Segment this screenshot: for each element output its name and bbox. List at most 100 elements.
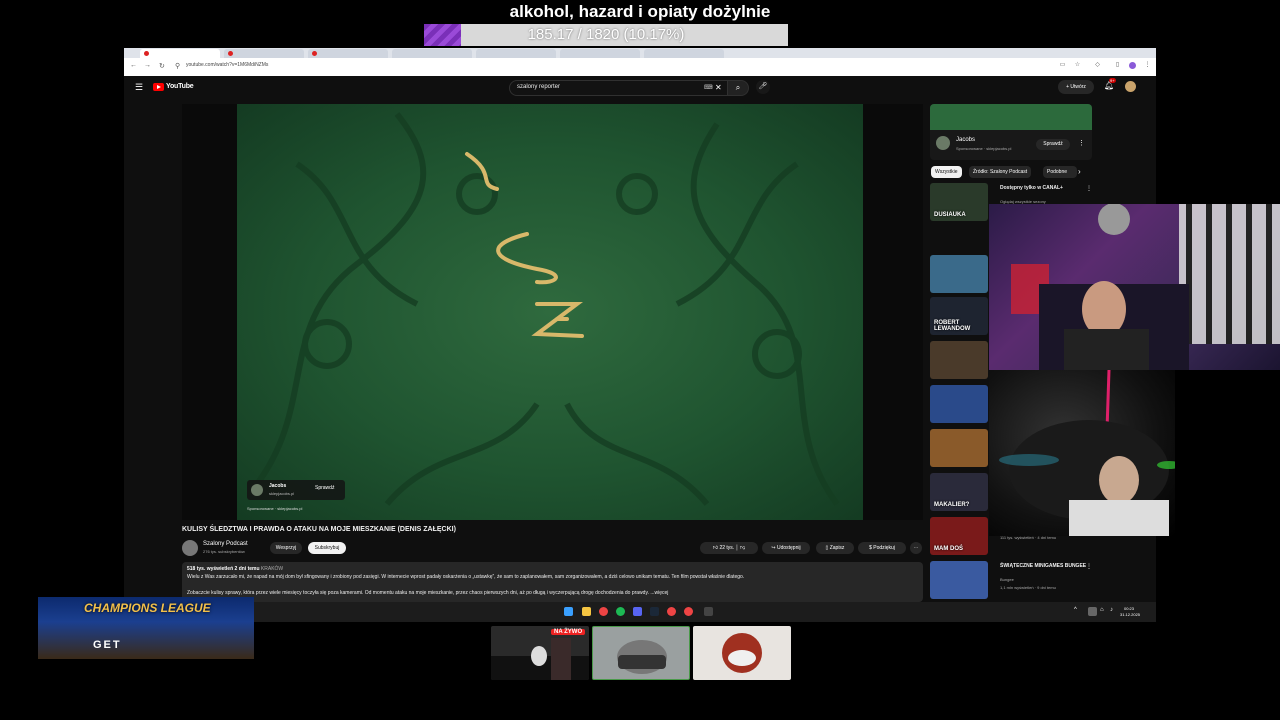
jacobs-logo-icon (465, 152, 584, 338)
sidebar-thumbnail[interactable] (930, 341, 988, 379)
car-thumbnail (617, 640, 667, 674)
clock-date[interactable]: 31.12.2025 (1120, 612, 1140, 617)
food-tile[interactable] (693, 626, 791, 680)
site-info-icon[interactable]: ⚲ (175, 62, 180, 70)
profile-icon[interactable] (1129, 62, 1136, 69)
chip-similar[interactable]: Podobne (1043, 166, 1077, 178)
sidebar-video-item[interactable]: ŚWIĄTECZNE MINIGAMES BUNGEE Bungee 1,1 mln… (930, 561, 1100, 603)
forward-icon[interactable]: → (144, 62, 151, 69)
back-icon[interactable]: ← (130, 62, 137, 69)
chrome-icon[interactable] (667, 607, 676, 616)
volume-icon[interactable]: ♪ (1110, 607, 1119, 616)
ad-sponsored-label: Sponsorowane · sklepjacobs.pl (247, 506, 303, 511)
browser-tab[interactable] (224, 49, 304, 58)
keyboard-icon[interactable]: ⌨ (704, 84, 713, 91)
sidebar-thumbnail[interactable]: MAM DOŚ (930, 517, 988, 555)
sidebar-ad-name: Jacobs (956, 137, 976, 143)
more-actions-button[interactable]: ⋯ (910, 542, 922, 554)
youtube-logo-text[interactable]: YouTube (166, 83, 194, 90)
chrome-icon[interactable] (599, 607, 608, 616)
channel-name[interactable]: Szalony Podcast (203, 541, 248, 547)
reload-icon[interactable]: ↻ (159, 62, 165, 70)
live-badge: NA ŻYWO (551, 629, 586, 635)
video-player[interactable]: Jacobs sklepjacobs.pl Sprawdź Sponsorowa… (182, 104, 923, 520)
description-line: Wielu z Was zarzucało mi, że napad na mó… (187, 574, 745, 580)
discord-icon[interactable] (633, 607, 642, 616)
tray-app-icon[interactable] (1088, 607, 1097, 616)
chevron-right-icon[interactable]: › (1078, 167, 1081, 176)
ad-check-button[interactable]: Sprawdź (315, 485, 334, 491)
location-tag[interactable]: KRAKÓW (261, 566, 283, 572)
sidebar-thumbnail[interactable]: MAKALIER? (930, 473, 988, 511)
description-line: Zobaczcie kulisy sprawy, która przez wie… (187, 590, 669, 596)
account-avatar[interactable] (1125, 81, 1136, 92)
sidebar-thumbnail[interactable]: DUSIAUKA (930, 183, 988, 221)
youtube-logo-icon[interactable] (153, 83, 164, 91)
more-vertical-icon[interactable]: ⋮ (1078, 139, 1085, 147)
share-button[interactable]: ↪ Udostępnij (762, 542, 810, 554)
sidebar-video-stats: 1,1 mln wyświetleń · 9 dni temu (1000, 585, 1056, 590)
spotify-icon[interactable] (616, 607, 625, 616)
clear-search-icon[interactable]: ✕ (715, 83, 722, 92)
bookmark-star-icon[interactable]: ☆ (1074, 62, 1081, 69)
hamburger-menu-icon[interactable]: ☰ (135, 82, 143, 93)
subscribe-button[interactable]: Subskrybuj (308, 542, 346, 554)
share-icon: ↪ (771, 545, 776, 551)
champions-league-banner: CHAMPIONS LEAGUE GET (38, 597, 254, 659)
sidebar-thumbnail[interactable] (930, 561, 988, 599)
live-stream-tile[interactable]: NA ŻYWO (491, 626, 589, 680)
chip-source[interactable]: Źródło: Szalony Podcast (969, 166, 1032, 178)
browser-tab[interactable] (476, 49, 556, 58)
ad-overlay-card[interactable]: Jacobs sklepjacobs.pl Sprawdź (247, 480, 345, 500)
thanks-button[interactable]: $ Podziękuj (858, 542, 906, 554)
install-icon[interactable]: ▭ (1059, 62, 1066, 69)
like-button[interactable]: 👍︎ 22 tys. │ 👎︎ (700, 542, 758, 554)
app-icon[interactable] (704, 607, 713, 616)
browser-icon[interactable] (684, 607, 693, 616)
sidebar-thumbnail[interactable] (930, 385, 988, 423)
file-explorer-icon[interactable] (582, 607, 591, 616)
channel-avatar[interactable] (182, 540, 198, 556)
views-date-text: 518 tys. wyświetleń 2 dni temu (187, 566, 260, 572)
goal-title: alkohol, hazard i opiaty dożylnie (509, 2, 771, 21)
goal-progress-bar: 185.17 / 1820 (10.17%) (424, 24, 788, 46)
more-vertical-icon[interactable]: ⋮ (1086, 185, 1092, 192)
sidebar-icon[interactable]: ▯ (1114, 62, 1121, 69)
create-button[interactable]: + Utwórz (1058, 80, 1094, 94)
tray-chevron-icon[interactable]: ^ (1074, 607, 1083, 616)
menu-kebab-icon[interactable]: ⋮ (1144, 62, 1151, 69)
car-tile[interactable] (592, 626, 690, 680)
clock-time[interactable]: 00:23 (1124, 606, 1134, 611)
sidebar-ad-button[interactable]: Sprawdź (1036, 139, 1070, 150)
food-thumbnail (722, 633, 762, 673)
sidebar-thumbnail[interactable] (930, 255, 988, 293)
browser-tab[interactable] (308, 49, 388, 58)
search-input[interactable]: szalony reporter ⌨ ✕ (509, 80, 729, 96)
extensions-icon[interactable]: ◇ (1094, 62, 1101, 69)
chip-all[interactable]: Wszystkie (931, 166, 962, 178)
windows-start-icon[interactable] (564, 607, 573, 616)
sidebar-thumbnail[interactable] (930, 429, 988, 467)
search-button[interactable]: ⌕ (727, 80, 749, 96)
more-vertical-icon[interactable]: ⋮ (1086, 563, 1092, 570)
thumbnail-caption: MAM DOŚ (934, 546, 963, 552)
save-button[interactable]: ▯ Zapisz (816, 542, 854, 554)
like-count: 22 tys. (719, 545, 735, 551)
description-box[interactable]: 518 tys. wyświetleń 2 dni temu KRAKÓW Wi… (182, 562, 923, 602)
views-and-date: 518 tys. wyświetleń 2 dni temu KRAKÓW (187, 566, 283, 572)
sidebar-video-title[interactable]: ŚWIĄTECZNE MINIGAMES BUNGEE (1000, 563, 1092, 569)
sidebar-ad[interactable]: Jacobs Sponsorowane · sklepjacobs.pl Spr… (930, 104, 1092, 160)
browser-tab[interactable] (392, 49, 472, 58)
url-field[interactable]: youtube.com/watch?v=1M6MdiNZMs (186, 62, 268, 68)
thumb-down-icon[interactable]: 👎︎ (740, 545, 745, 551)
browser-tab[interactable] (560, 49, 640, 58)
sidebar-thumbnail[interactable]: ROBERT LEWANDOW (930, 297, 988, 335)
video-frame[interactable]: Jacobs sklepjacobs.pl Sprawdź Sponsorowa… (237, 104, 863, 520)
browser-tab[interactable] (644, 49, 724, 58)
steam-icon[interactable] (650, 607, 659, 616)
browser-tab-active[interactable] (140, 49, 220, 58)
sidebar-video-title[interactable]: Dostępny tylko w CANAL+ (1000, 185, 1092, 191)
voice-search-button[interactable]: 🎤︎ (756, 80, 770, 94)
network-icon[interactable]: ⌂ (1100, 607, 1109, 616)
support-button[interactable]: Wesprzyj (270, 542, 302, 554)
